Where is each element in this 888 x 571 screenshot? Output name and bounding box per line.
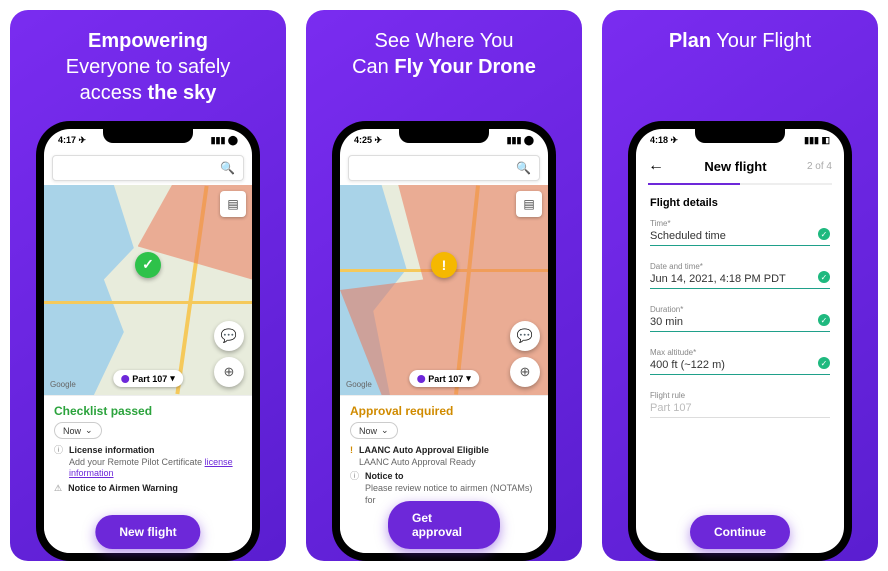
checklist-status: Checklist passed	[54, 404, 242, 418]
phone-mock-1: 4:17 ✈ ▮▮▮ ⬤ 🔍 ▤ ✓ 💬 ⊕ Google Part 107 ▾	[36, 121, 260, 561]
new-flight-button[interactable]: New flight	[95, 515, 200, 549]
search-icon: 🔍	[516, 161, 531, 175]
flight-form: Flight details Time* Scheduled time ✓ Da…	[636, 197, 844, 434]
search-bar[interactable]: 🔍	[348, 155, 540, 181]
clock: 4:17 ✈	[58, 135, 86, 146]
status-icons: ▮▮▮ ◧	[804, 135, 830, 146]
check-icon: ✓	[818, 314, 830, 326]
report-button[interactable]: 💬	[214, 321, 244, 351]
status-icons: ▮▮▮ ⬤	[507, 135, 534, 146]
search-icon: 🔍	[220, 161, 235, 175]
info-icon: ⓘ	[350, 471, 359, 483]
notam-warning: ⚠ Notice to Airmen Warning	[54, 483, 242, 495]
layers-button[interactable]: ▤	[516, 191, 542, 217]
promo-panel-2: See Where You Can Fly Your Drone 4:25 ✈ …	[306, 10, 582, 561]
license-info: ⓘ License information Add your Remote Pi…	[54, 445, 242, 480]
datetime-field[interactable]: Date and time* Jun 14, 2021, 4:18 PM PDT…	[650, 262, 830, 289]
time-field[interactable]: Time* Scheduled time ✓	[650, 219, 830, 246]
altitude-field[interactable]: Max altitude* 400 ft (~122 m) ✓	[650, 348, 830, 375]
promo-panel-1: Empowering Everyone to safely access the…	[10, 10, 286, 561]
check-icon: ✓	[818, 271, 830, 283]
headline-2: See Where You Can Fly Your Drone	[334, 10, 554, 90]
map-pin-warning[interactable]: !	[431, 252, 457, 278]
phone-mock-3: 4:18 ✈ ▮▮▮ ◧ ← New flight 2 of 4 Flight …	[628, 121, 852, 561]
map-pin-ok[interactable]: ✓	[135, 252, 161, 278]
clock: 4:25 ✈	[354, 135, 382, 146]
page-title: New flight	[704, 159, 766, 174]
flight-rule-field[interactable]: Flight rule Part 107	[650, 391, 830, 418]
clock: 4:18 ✈	[650, 135, 678, 146]
info-icon: ⓘ	[54, 445, 63, 457]
promo-panel-3: Plan Your Flight 4:18 ✈ ▮▮▮ ◧ ← New flig…	[602, 10, 878, 561]
form-header: ← New flight 2 of 4	[636, 151, 844, 183]
continue-button[interactable]: Continue	[690, 515, 790, 549]
check-icon: ✓	[818, 357, 830, 369]
time-filter[interactable]: Now ⌄	[54, 422, 102, 439]
search-bar[interactable]: 🔍	[52, 155, 244, 181]
rule-chip[interactable]: Part 107 ▾	[113, 370, 183, 387]
warning-icon: ⚠	[54, 483, 62, 495]
headline-3: Plan Your Flight	[651, 10, 829, 64]
headline-1: Empowering Everyone to safely access the…	[48, 10, 249, 116]
map-view[interactable]: ▤ ✓ 💬 ⊕ Google Part 107 ▾	[44, 185, 252, 395]
layers-button[interactable]: ▤	[220, 191, 246, 217]
get-approval-button[interactable]: Get approval	[388, 501, 500, 549]
report-button[interactable]: 💬	[510, 321, 540, 351]
duration-field[interactable]: Duration* 30 min ✓	[650, 305, 830, 332]
google-attribution: Google	[346, 380, 372, 389]
laanc-info: ! LAANC Auto Approval Eligible LAANC Aut…	[350, 445, 538, 468]
map-view[interactable]: ▤ ! 💬 ⊕ Google Part 107 ▾	[340, 185, 548, 395]
locate-button[interactable]: ⊕	[214, 357, 244, 387]
approval-status: Approval required	[350, 404, 538, 418]
progress-bar	[648, 183, 832, 185]
google-attribution: Google	[50, 380, 76, 389]
step-indicator: 2 of 4	[807, 161, 832, 172]
status-icons: ▮▮▮ ⬤	[211, 135, 238, 146]
phone-mock-2: 4:25 ✈ ▮▮▮ ⬤ 🔍 ▤ ! 💬 ⊕ Google Part 107 ▾	[332, 121, 556, 561]
time-filter[interactable]: Now ⌄	[350, 422, 398, 439]
check-icon: ✓	[818, 228, 830, 240]
section-title: Flight details	[650, 197, 830, 209]
locate-button[interactable]: ⊕	[510, 357, 540, 387]
alert-icon: !	[350, 445, 353, 457]
rule-chip[interactable]: Part 107 ▾	[409, 370, 479, 387]
back-button[interactable]: ←	[648, 157, 664, 175]
